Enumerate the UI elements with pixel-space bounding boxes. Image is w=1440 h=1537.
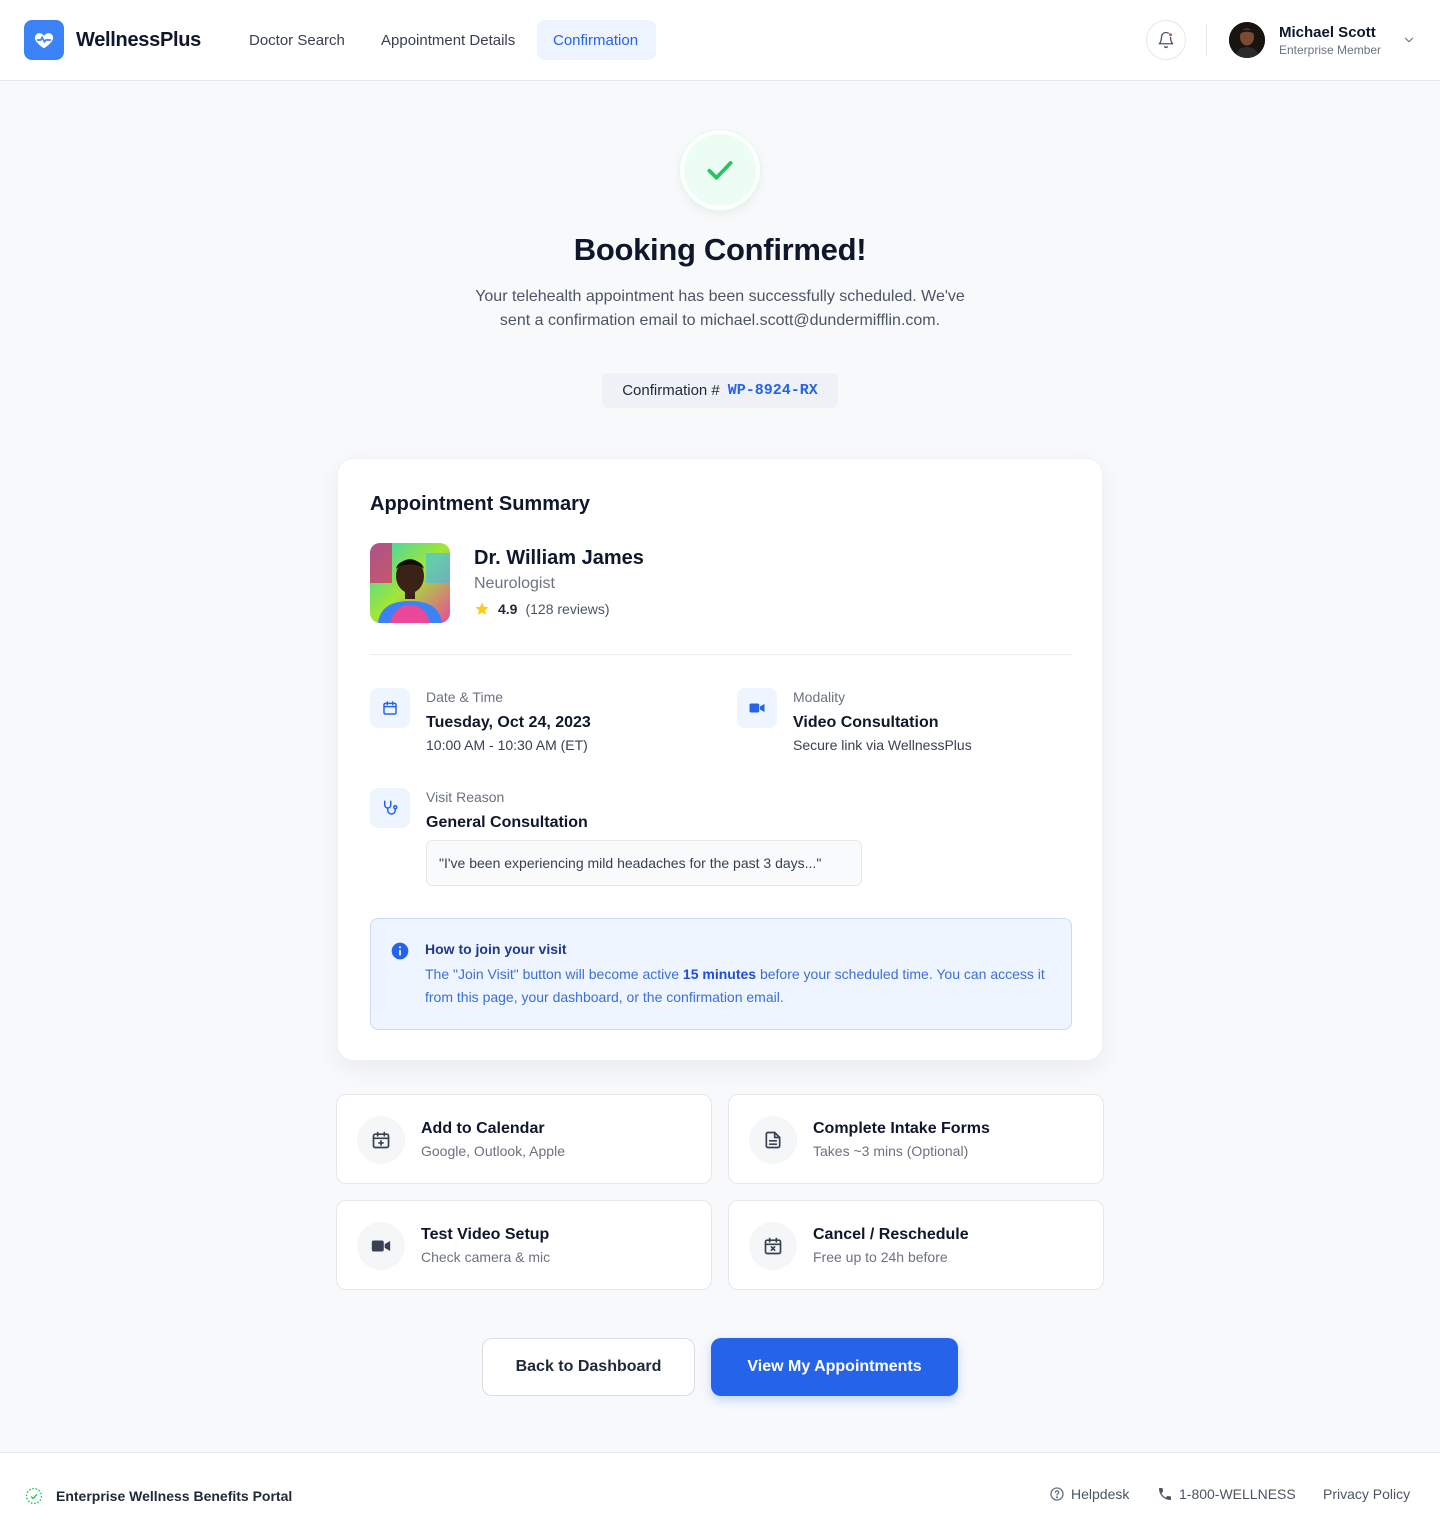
doctor-photo <box>370 543 450 623</box>
confirmation-message: Your telehealth appointment has been suc… <box>475 288 965 329</box>
help-circle-icon <box>1050 1487 1064 1501</box>
visit-reason-note: "I've been experiencing mild headaches f… <box>426 840 862 886</box>
user-avatar[interactable] <box>1229 22 1265 58</box>
visit-reason-label: Visit Reason <box>426 789 505 805</box>
appointment-time: 10:00 AM - 10:30 AM (ET) <box>426 737 588 753</box>
doctor-name: Dr. William James <box>474 547 644 569</box>
action-title: Cancel / Reschedule <box>813 1226 969 1243</box>
join-visit-info-box: How to join your visit The "Join Visit" … <box>370 918 1072 1030</box>
chevron-down-icon[interactable] <box>1402 33 1416 52</box>
calendar-plus-icon <box>357 1116 405 1164</box>
summary-title: Appointment Summary <box>370 493 591 515</box>
action-title: Test Video Setup <box>421 1226 550 1243</box>
file-text-icon <box>749 1116 797 1164</box>
info-icon <box>390 941 410 966</box>
info-text: The "Join Visit" button will become acti… <box>425 966 1045 1005</box>
top-navigation-bar: WellnessPlus Doctor Search Appointment D… <box>0 0 1440 81</box>
nav-doctor-search[interactable]: Doctor Search <box>233 20 361 60</box>
doctor-specialty: Neurologist <box>474 575 555 592</box>
helpdesk-link[interactable]: Helpdesk <box>1049 1486 1129 1502</box>
datetime-label: Date & Time <box>426 689 504 705</box>
nav-appointment-details[interactable]: Appointment Details <box>365 20 531 60</box>
brand-name[interactable]: WellnessPlus <box>76 29 201 52</box>
view-my-appointments-button[interactable]: View My Appointments <box>711 1338 958 1396</box>
confirmation-number-badge: Confirmation # WP-8924-RX <box>602 373 838 408</box>
complete-intake-forms-card[interactable]: Complete Intake Forms Takes ~3 mins (Opt… <box>728 1094 1104 1184</box>
visit-reason-value: General Consultation <box>426 814 588 831</box>
action-title: Complete Intake Forms <box>813 1120 990 1137</box>
action-subtitle: Check camera & mic <box>421 1249 551 1265</box>
video-camera-icon <box>737 688 777 728</box>
back-to-dashboard-button[interactable]: Back to Dashboard <box>482 1338 695 1396</box>
cancel-reschedule-card[interactable]: Cancel / Reschedule Free up to 24h befor… <box>728 1200 1104 1290</box>
appointment-summary-card: Appointment Summary Dr. William James Ne… <box>337 458 1103 1061</box>
page-title: Booking Confirmed! <box>573 232 867 267</box>
user-role: Enterprise Member <box>1279 43 1382 57</box>
action-subtitle: Free up to 24h before <box>813 1249 948 1265</box>
action-subtitle: Takes ~3 mins (Optional) <box>813 1143 969 1159</box>
phone-link[interactable]: 1-800-WELLNESS <box>1157 1486 1296 1502</box>
action-subtitle: Google, Outlook, Apple <box>421 1143 565 1159</box>
modality-label: Modality <box>793 689 846 705</box>
nav-confirmation[interactable]: Confirmation <box>537 20 656 60</box>
modality-detail: Secure link via WellnessPlus <box>793 737 972 753</box>
success-check-icon <box>680 130 760 210</box>
calendar-x-icon <box>749 1222 797 1270</box>
modality-value: Video Consultation <box>793 714 939 731</box>
doctor-rating: 4.9 (128 reviews) <box>474 601 610 617</box>
review-count: (128 reviews) <box>525 601 610 617</box>
portal-label: Enterprise Wellness Benefits Portal <box>24 1486 292 1506</box>
confirmation-code: WP-8924-RX <box>727 382 818 399</box>
info-title: How to join your visit <box>425 941 567 957</box>
heart-pulse-logo-icon[interactable] <box>24 20 64 60</box>
test-video-setup-card[interactable]: Test Video Setup Check camera & mic <box>336 1200 712 1290</box>
section-divider <box>370 654 1072 655</box>
portal-name: Enterprise Wellness Benefits Portal <box>56 1488 293 1504</box>
header-divider <box>1206 24 1207 56</box>
user-name[interactable]: Michael Scott <box>1279 24 1376 41</box>
calendar-icon <box>370 688 410 728</box>
star-icon <box>475 602 489 615</box>
phone-icon <box>1159 1488 1171 1500</box>
privacy-policy-link[interactable]: Privacy Policy <box>1323 1486 1410 1502</box>
notification-bell-button[interactable] <box>1146 20 1186 60</box>
footer: Enterprise Wellness Benefits Portal Help… <box>0 1452 1440 1537</box>
bell-icon <box>1158 31 1174 49</box>
add-to-calendar-card[interactable]: Add to Calendar Google, Outlook, Apple <box>336 1094 712 1184</box>
stethoscope-icon <box>370 788 410 828</box>
rating-score: 4.9 <box>498 601 518 617</box>
appointment-date: Tuesday, Oct 24, 2023 <box>426 714 591 731</box>
confirmation-label: Confirmation # <box>622 382 720 399</box>
action-title: Add to Calendar <box>421 1120 545 1137</box>
shield-check-icon <box>25 1487 43 1505</box>
video-icon <box>357 1222 405 1270</box>
